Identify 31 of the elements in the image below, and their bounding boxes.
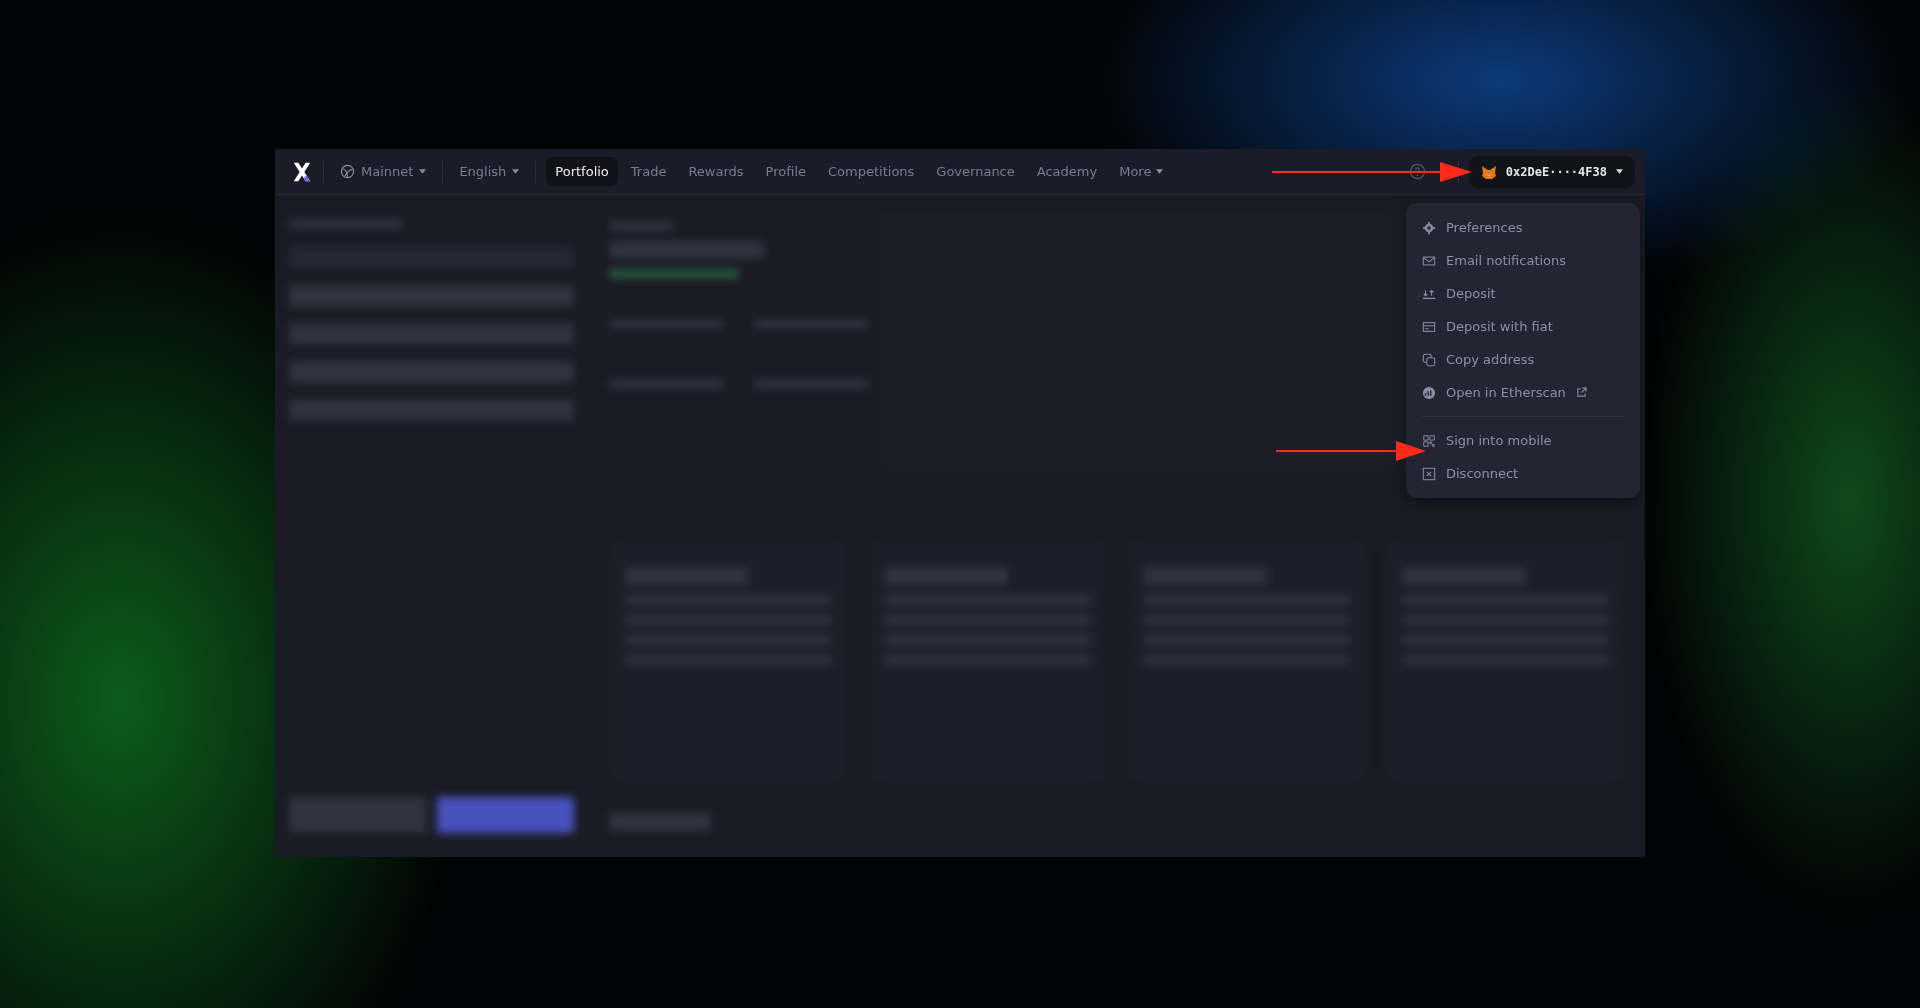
nav-tab[interactable]: Academy	[1027, 157, 1107, 186]
caret-icon	[1616, 169, 1623, 174]
fox-icon	[1480, 163, 1497, 180]
nav-tab[interactable]: Rewards	[679, 157, 753, 186]
caret-icon	[419, 169, 427, 174]
menu-item[interactable]: Copy address	[1416, 343, 1630, 376]
menu-item[interactable]: Disconnect	[1416, 457, 1630, 490]
menu-item[interactable]: Preferences	[1416, 211, 1630, 244]
nav-tab[interactable]: Trade	[621, 157, 676, 186]
menu-item[interactable]: Email notifications	[1416, 244, 1630, 277]
nav-tab[interactable]: Competitions	[819, 157, 924, 186]
caret-icon	[512, 169, 520, 174]
close-icon	[1422, 466, 1436, 481]
menu-item[interactable]: Open in Etherscan	[1416, 376, 1630, 409]
gear-icon	[1422, 220, 1436, 235]
menu-item[interactable]: Deposit with fiat	[1416, 310, 1630, 343]
wallet-button[interactable]: 0x2DeE····4F38	[1468, 155, 1635, 188]
menu-item[interactable]: Deposit	[1416, 277, 1630, 310]
card-icon	[1422, 319, 1436, 334]
nav-tab[interactable]: More	[1110, 157, 1173, 186]
mail-icon	[1422, 253, 1436, 268]
copy-icon	[1422, 352, 1436, 367]
nav-tab[interactable]: Portfolio	[546, 157, 618, 186]
network-selector[interactable]: Mainnet	[334, 158, 433, 185]
language-selector[interactable]: English	[453, 158, 526, 185]
qr-icon	[1422, 433, 1436, 448]
menu-item[interactable]: Sign into mobile	[1416, 424, 1630, 457]
logo-icon[interactable]	[291, 160, 313, 183]
nav-tab[interactable]: Governance	[927, 157, 1024, 186]
help-icon[interactable]	[1408, 163, 1426, 180]
nav-tab[interactable]: Profile	[756, 157, 815, 186]
